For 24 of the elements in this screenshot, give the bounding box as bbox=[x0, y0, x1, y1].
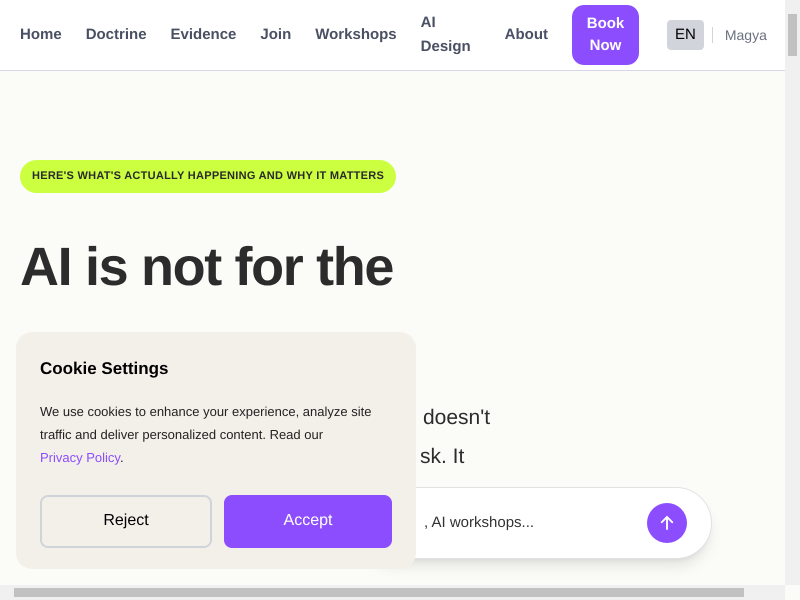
hero-text: sk. It bbox=[420, 444, 464, 470]
nav-link[interactable]: Workshops bbox=[315, 23, 397, 47]
dialog-title: Cookie Settings bbox=[40, 358, 170, 380]
privacy-link[interactable]: Privacy Policy bbox=[40, 450, 120, 464]
nav-link[interactable]: Home bbox=[20, 23, 62, 47]
language-option[interactable]: EN bbox=[666, 20, 704, 50]
horizontal-scrollbar[interactable] bbox=[0, 585, 785, 600]
hero-heading: AI is not for the bbox=[20, 236, 394, 298]
nav-link[interactable]: Doctrine bbox=[86, 23, 147, 47]
book-now-button[interactable]: Book Now bbox=[572, 5, 639, 65]
accept-button[interactable]: Accept bbox=[224, 494, 392, 548]
nav-link[interactable]: AI Design bbox=[420, 11, 481, 59]
arrow-up-icon bbox=[658, 514, 676, 532]
vertical-scrollbar[interactable] bbox=[785, 0, 800, 585]
nav-link[interactable]: Join bbox=[260, 23, 292, 47]
language-option[interactable]: Magya bbox=[720, 20, 771, 50]
tagline-badge: HERE'S WHAT'S ACTUALLY HAPPENING AND WHY IT MATTERS bbox=[20, 160, 396, 192]
submit-button[interactable] bbox=[647, 503, 687, 543]
search-field[interactable]: , AI workshops... bbox=[424, 512, 647, 534]
nav-link[interactable]: About bbox=[504, 23, 548, 47]
cookie-text: We use cookies to enhance your experience, analyze site traffic and deliver personalized content. Read our Privacy Policy. bbox=[40, 402, 372, 467]
nav-link[interactable]: Evidence bbox=[170, 23, 236, 47]
reject-button[interactable]: Reject bbox=[40, 494, 212, 548]
hero-text: doesn't bbox=[423, 405, 490, 431]
